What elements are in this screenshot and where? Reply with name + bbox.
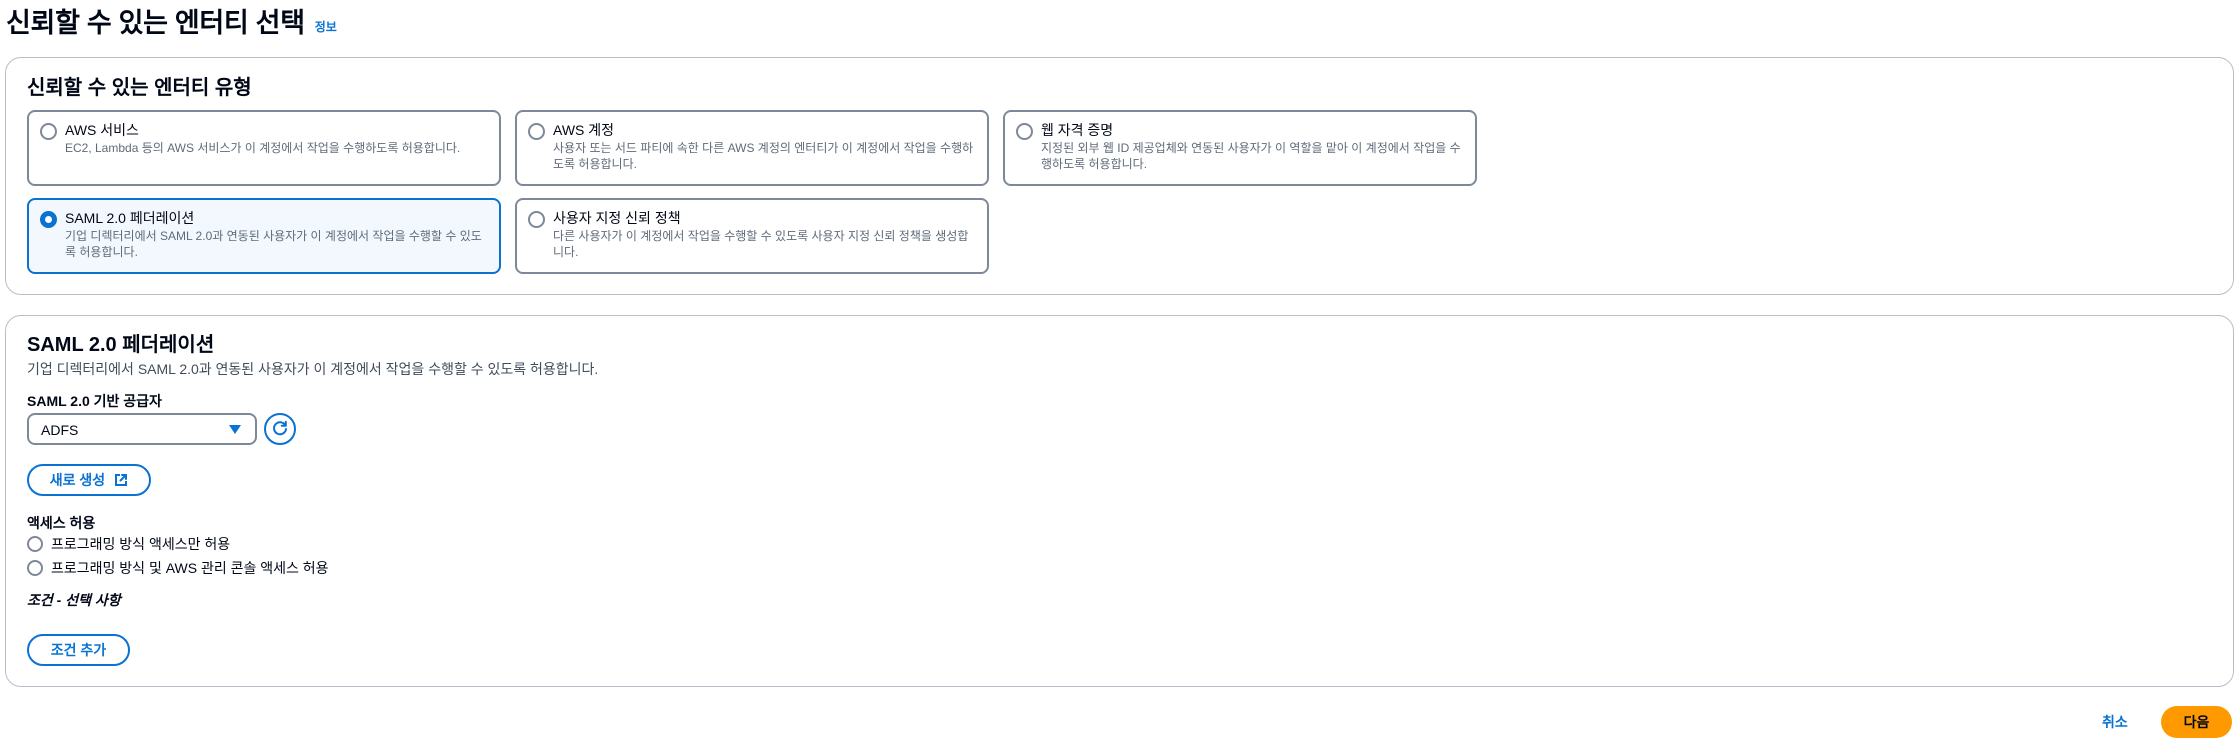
provider-label: SAML 2.0 기반 공급자 [27,393,162,409]
tile-radio[interactable] [40,123,57,140]
tile-description: 지정된 외부 웹 ID 제공업체와 연동된 사용자가 이 역할을 맡아 이 계정… [1041,141,1461,171]
access-option-label: 프로그래밍 방식 및 AWS 관리 콘솔 액세스 허용 [51,560,329,576]
tile-description: EC2, Lambda 등의 AWS 서비스가 이 계정에서 작업을 수행하도록… [65,141,461,155]
radio-button[interactable] [27,536,43,552]
saml-description: 기업 디렉터리에서 SAML 2.0과 연동된 사용자가 이 계정에서 작업을 … [27,361,599,377]
tile-radio[interactable] [1016,123,1033,140]
page-title: 신뢰할 수 있는 엔터티 선택 [6,8,305,38]
external-link-icon [115,474,128,486]
cancel-button[interactable]: 취소 [2102,712,2128,732]
tile-label: 웹 자격 증명 [1041,122,1114,138]
tile-aws-service[interactable]: AWS 서비스 EC2, Lambda 등의 AWS 서비스가 이 계정에서 작… [27,110,501,186]
tile-radio[interactable] [528,211,545,228]
provider-select[interactable]: ADFS [27,413,257,445]
condition-title: 조건 - 선택 사항 [27,592,121,608]
tile-description: 기업 디렉터리에서 SAML 2.0과 연동된 사용자가 이 계정에서 작업을 … [65,229,482,259]
next-button[interactable]: 다음 [2161,706,2232,738]
saml-federation-container: SAML 2.0 페더레이션 기업 디렉터리에서 SAML 2.0과 연동된 사… [5,315,2234,687]
add-condition-button[interactable]: 조건 추가 [27,634,130,666]
access-option-label: 프로그래밍 방식 액세스만 허용 [51,536,231,552]
entity-type-container: 신뢰할 수 있는 엔터티 유형 AWS 서비스 EC2, Lambda 등의 A… [5,57,2234,295]
create-new-button[interactable]: 새로 생성 [27,464,151,496]
tile-saml-federation[interactable]: SAML 2.0 페더레이션 기업 디렉터리에서 SAML 2.0과 연동된 사… [27,198,501,274]
tile-label: AWS 계정 [553,122,615,138]
info-link[interactable]: 정보 [315,18,337,35]
provider-select-value: ADFS [41,422,79,438]
saml-section-title: SAML 2.0 페더레이션 [27,334,215,356]
access-label: 액세스 허용 [27,515,96,531]
tile-aws-account[interactable]: AWS 계정 사용자 또는 서드 파티에 속한 다른 AWS 계정의 엔터티가 … [515,110,989,186]
page-header: 신뢰할 수 있는 엔터티 선택 정보 [6,6,337,40]
access-option-console[interactable]: 프로그래밍 방식 및 AWS 관리 콘솔 액세스 허용 [27,558,329,578]
tile-web-identity[interactable]: 웹 자격 증명 지정된 외부 웹 ID 제공업체와 연동된 사용자가 이 역할을… [1003,110,1477,186]
tile-description: 다른 사용자가 이 계정에서 작업을 수행할 수 있도록 사용자 지정 신뢰 정… [553,229,969,259]
tile-radio[interactable] [528,123,545,140]
add-condition-label: 조건 추가 [50,642,107,658]
tile-custom-trust-policy[interactable]: 사용자 지정 신뢰 정책 다른 사용자가 이 계정에서 작업을 수행할 수 있도… [515,198,989,274]
tile-label: SAML 2.0 페더레이션 [65,210,195,226]
entity-type-title: 신뢰할 수 있는 엔터티 유형 [27,77,252,99]
tile-label: AWS 서비스 [65,122,139,138]
radio-button[interactable] [27,560,43,576]
tile-description: 사용자 또는 서드 파티에 속한 다른 AWS 계정의 엔터티가 이 계정에서 … [553,141,974,171]
tile-label: 사용자 지정 신뢰 정책 [553,210,681,226]
access-option-programmatic[interactable]: 프로그래밍 방식 액세스만 허용 [27,534,230,554]
refresh-button[interactable] [264,413,296,445]
create-new-label: 새로 생성 [49,472,106,488]
refresh-icon [273,420,287,436]
caret-down-icon [229,425,241,434]
tile-radio-selected[interactable] [40,211,57,228]
